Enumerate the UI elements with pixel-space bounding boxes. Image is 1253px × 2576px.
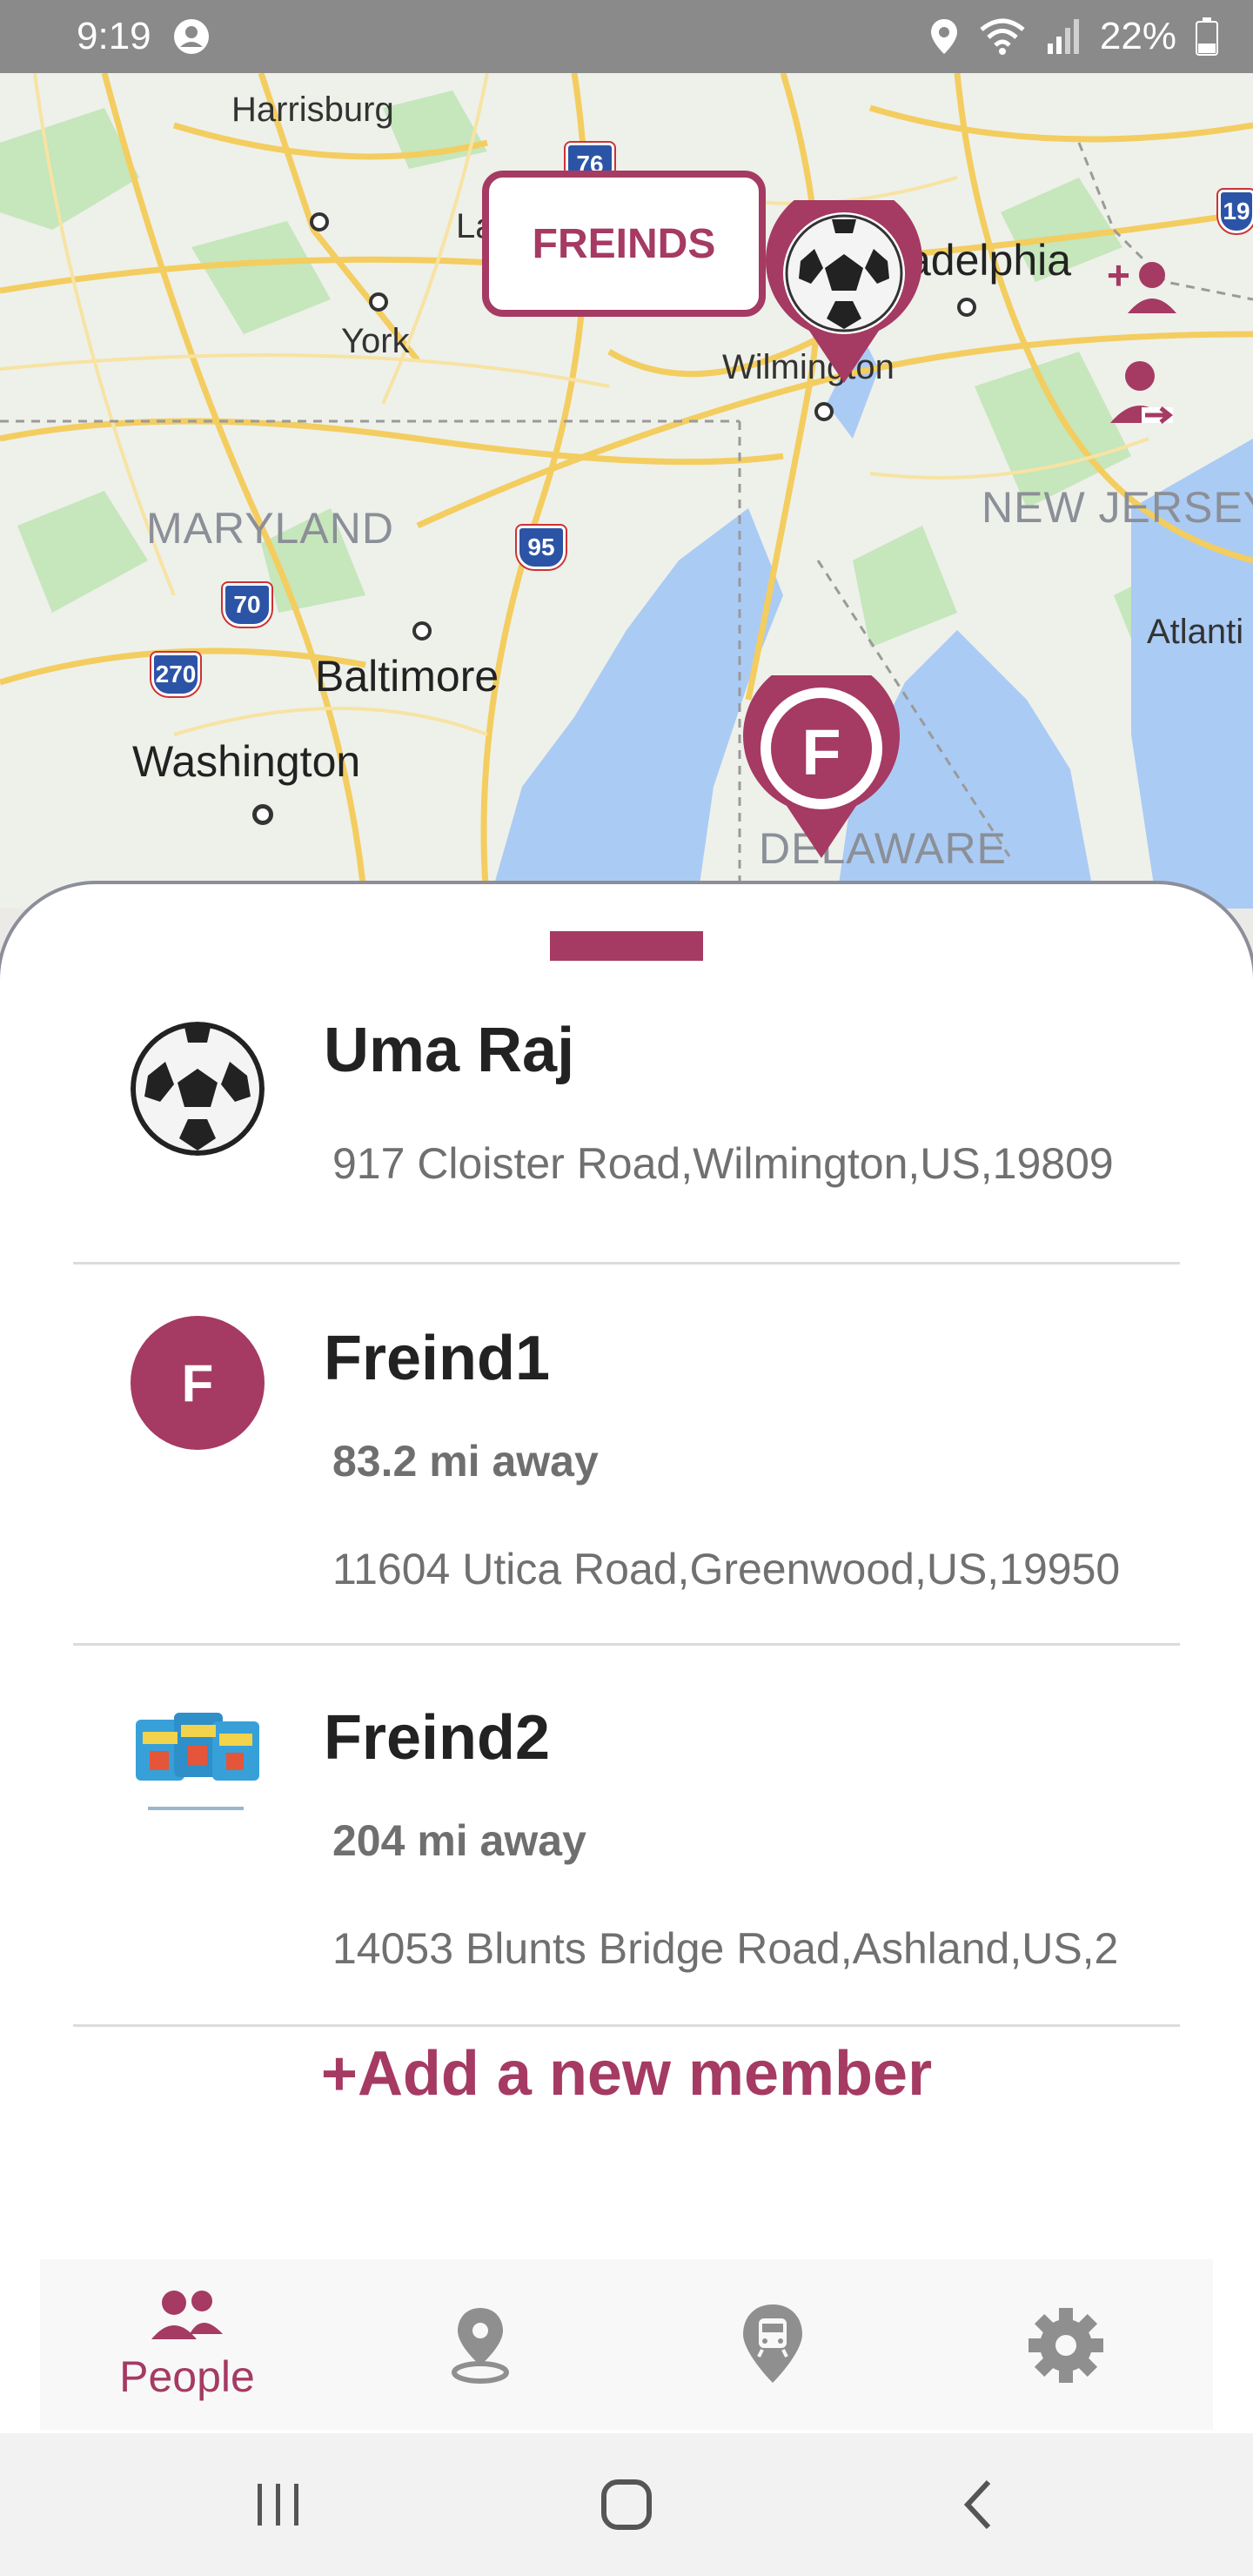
member-distance: 83.2 mi away bbox=[332, 1437, 599, 1486]
system-nav-bar bbox=[0, 2433, 1253, 2576]
svg-text:+: + bbox=[1107, 252, 1130, 298]
member-name: Uma Raj bbox=[324, 1016, 575, 1085]
home-icon[interactable] bbox=[599, 2477, 654, 2532]
nav-transit[interactable] bbox=[626, 2259, 919, 2430]
friends-callout[interactable]: FREINDS bbox=[482, 171, 766, 317]
city-dot bbox=[369, 292, 388, 312]
map-label-washington: Washington bbox=[132, 737, 361, 786]
bottom-nav: People bbox=[40, 2259, 1213, 2430]
highway-shield: 19 bbox=[1218, 190, 1253, 233]
wifi-icon bbox=[980, 18, 1025, 55]
map-view[interactable]: 76 95 70 270 19 Harrisburg La York adelp… bbox=[0, 73, 1253, 909]
gear-icon bbox=[1029, 2308, 1103, 2383]
friends-callout-label: FREINDS bbox=[532, 220, 716, 267]
highway-shield: 270 bbox=[151, 653, 200, 696]
map-label-york: York bbox=[341, 322, 410, 360]
map-label-philadelphia: adelphia bbox=[907, 236, 1072, 285]
letter-pin-label: F bbox=[801, 716, 841, 788]
member-distance: 204 mi away bbox=[332, 1816, 586, 1865]
map-label-atlantic: Atlanti bbox=[1147, 613, 1244, 651]
member-name: Freind2 bbox=[324, 1703, 551, 1773]
people-icon bbox=[151, 2291, 223, 2339]
soccer-ball-icon bbox=[131, 1022, 265, 1156]
member-row[interactable]: Uma Raj 917 Cloister Road,Wilmington,US,… bbox=[73, 1016, 1180, 1265]
members-sheet: Uma Raj 917 Cloister Road,Wilmington,US,… bbox=[0, 884, 1253, 2433]
recent-apps-icon[interactable] bbox=[252, 2479, 305, 2531]
place-pin-icon bbox=[452, 2308, 509, 2384]
map-label-baltimore: Baltimore bbox=[315, 652, 499, 701]
battery-percent: 22% bbox=[1099, 15, 1176, 57]
city-dot bbox=[310, 212, 329, 231]
map-label-new-jersey: NEW JERSEY bbox=[982, 483, 1253, 532]
member-avatar: F bbox=[131, 1316, 265, 1450]
member-row[interactable]: F Freind1 83.2 mi away 11604 Utica Road,… bbox=[73, 1265, 1180, 1646]
city-dot bbox=[814, 402, 834, 421]
add-person-icon[interactable]: + bbox=[1105, 251, 1183, 329]
city-dot bbox=[412, 621, 432, 641]
signal-icon bbox=[1047, 19, 1079, 54]
nav-places[interactable] bbox=[334, 2259, 626, 2430]
member-address: 14053 Blunts Bridge Road,Ashland,US,2 bbox=[332, 1924, 1119, 1973]
nav-settings[interactable] bbox=[919, 2259, 1213, 2430]
transit-icon bbox=[743, 2304, 802, 2383]
status-time: 9:19 bbox=[77, 15, 151, 57]
nav-people-label: People bbox=[119, 2352, 255, 2401]
member-avatar-letter: F bbox=[181, 1353, 214, 1412]
soccer-ball-pin-icon[interactable] bbox=[766, 200, 922, 392]
city-dot bbox=[957, 298, 976, 317]
product-photo-icon bbox=[136, 1713, 259, 1810]
battery-icon bbox=[1196, 17, 1218, 56]
back-icon[interactable] bbox=[957, 2477, 1001, 2532]
city-dot bbox=[252, 804, 273, 825]
map-label-harrisburg: Harrisburg bbox=[231, 91, 394, 129]
highway-shield: 70 bbox=[223, 583, 271, 627]
member-row[interactable]: Freind2 204 mi away 14053 Blunts Bridge … bbox=[73, 1645, 1180, 2027]
member-address: 11604 Utica Road,Greenwood,US,19950 bbox=[332, 1545, 1121, 1593]
person-exit-icon[interactable] bbox=[1102, 357, 1180, 435]
add-member-button[interactable]: +Add a new member bbox=[0, 2038, 1253, 2110]
member-address: 917 Cloister Road,Wilmington,US,19809 bbox=[332, 1139, 1114, 1188]
location-icon bbox=[930, 19, 957, 54]
sheet-drag-handle[interactable] bbox=[550, 931, 703, 961]
map-label-maryland: MARYLAND bbox=[146, 504, 394, 553]
status-bar: 9:19 22% bbox=[0, 0, 1253, 73]
nav-people[interactable]: People bbox=[40, 2259, 334, 2430]
member-name: Freind1 bbox=[324, 1324, 551, 1393]
highway-shield: 95 bbox=[517, 526, 566, 569]
account-circle-icon bbox=[173, 19, 209, 54]
